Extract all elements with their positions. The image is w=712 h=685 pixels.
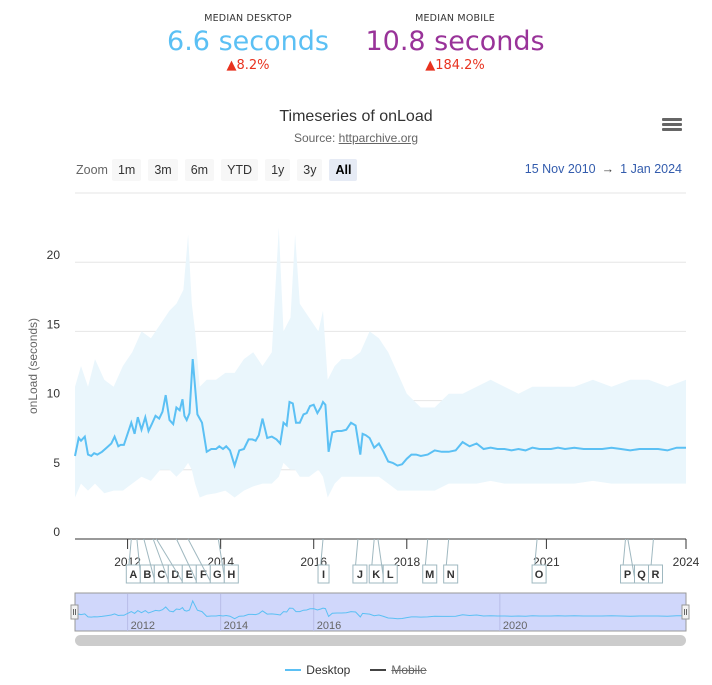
flag-J[interactable]: J xyxy=(352,538,368,584)
y-axis: 0 5 10 15 20 xyxy=(47,248,61,539)
chart-svg: 05101520 onLoad (seconds) 2012 2014 2016 20… xyxy=(26,192,700,646)
y-tick-label: 5 xyxy=(53,456,60,470)
flag-label: K xyxy=(372,569,380,581)
flag-M[interactable]: M xyxy=(422,538,438,584)
y-tick-label: 20 xyxy=(47,248,61,262)
flag-label: R xyxy=(652,569,660,581)
flag-label: C xyxy=(157,569,165,581)
legend-item-mobile[interactable]: Mobile xyxy=(370,663,427,677)
flag-label: P xyxy=(624,569,631,581)
flag-label: G xyxy=(213,569,222,581)
range-band xyxy=(75,227,686,498)
flag-label: J xyxy=(357,569,363,581)
flag-label: H xyxy=(227,569,235,581)
mobile-swatch xyxy=(370,669,387,671)
scrollbar[interactable] xyxy=(75,635,686,646)
flag-label: F xyxy=(200,569,207,581)
y-axis-title: onLoad (seconds) xyxy=(26,318,40,414)
desktop-swatch xyxy=(285,669,302,671)
y-tick-label: 10 xyxy=(47,387,61,401)
legend: Desktop Mobile xyxy=(0,663,712,677)
flag-label: M xyxy=(425,569,434,581)
navigator-label: 2020 xyxy=(503,620,527,632)
navigator: 2012 2014 2016 2020 xyxy=(70,592,690,646)
navigator-background xyxy=(74,592,687,632)
flag-label: B xyxy=(143,569,151,581)
x-tick-label: 2024 xyxy=(673,555,700,569)
legend-mobile-label: Mobile xyxy=(391,663,427,677)
flag-P[interactable]: P xyxy=(620,538,636,584)
flag-label: L xyxy=(387,569,394,581)
flag-N[interactable]: N xyxy=(443,538,459,584)
legend-item-desktop[interactable]: Desktop xyxy=(285,663,350,677)
flag-label: O xyxy=(535,569,544,581)
flag-label: I xyxy=(322,569,325,581)
navigator-label: 2016 xyxy=(317,620,341,632)
flag-label: Q xyxy=(637,569,646,581)
navigator-label: 2012 xyxy=(131,620,155,632)
y-tick-label: 0 xyxy=(53,525,60,539)
navigator-handle-left[interactable] xyxy=(70,604,79,620)
flag-label: N xyxy=(447,569,455,581)
flag-R[interactable]: R xyxy=(648,538,664,584)
flag-label: A xyxy=(129,569,137,581)
navigator-label: 2014 xyxy=(224,620,248,632)
legend-desktop-label: Desktop xyxy=(306,663,351,677)
navigator-handle-right[interactable] xyxy=(681,604,690,620)
y-tick-label: 15 xyxy=(47,317,61,331)
